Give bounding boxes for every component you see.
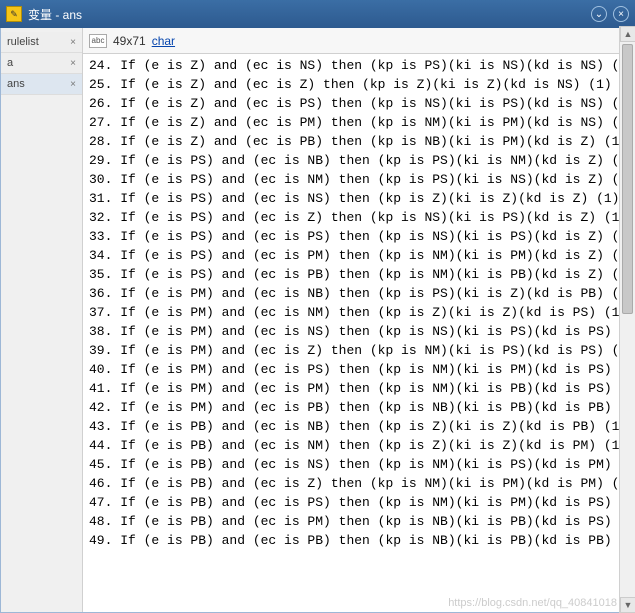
text-line: 29. If (e is PS) and (ec is NB) then (kp… xyxy=(89,151,628,170)
text-line: 46. If (e is PB) and (ec is Z) then (kp … xyxy=(89,474,628,493)
app-icon: ✎ xyxy=(6,6,22,22)
text-line: 26. If (e is Z) and (ec is PS) then (kp … xyxy=(89,94,628,113)
text-line: 47. If (e is PB) and (ec is PS) then (kp… xyxy=(89,493,628,512)
sidebar-tab-a[interactable]: a× xyxy=(1,53,82,74)
text-line: 38. If (e is PM) and (ec is NS) then (kp… xyxy=(89,322,628,341)
sidebar-tab-label: ans xyxy=(7,78,25,90)
sidebar-tab-rulelist[interactable]: rulelist × xyxy=(1,32,82,53)
text-line: 28. If (e is Z) and (ec is PB) then (kp … xyxy=(89,132,628,151)
triangle-down-icon: ▼ xyxy=(624,600,633,610)
text-line: 34. If (e is PS) and (ec is PM) then (kp… xyxy=(89,246,628,265)
text-line: 49. If (e is PB) and (ec is PB) then (kp… xyxy=(89,531,628,550)
close-icon[interactable]: × xyxy=(70,58,76,69)
dropdown-button[interactable]: ⌄ xyxy=(591,6,607,22)
text-line: 48. If (e is PB) and (ec is PM) then (kp… xyxy=(89,512,628,531)
text-line: 45. If (e is PB) and (ec is NS) then (kp… xyxy=(89,455,628,474)
text-line: 36. If (e is PM) and (ec is NB) then (kp… xyxy=(89,284,628,303)
text-line: 24. If (e is Z) and (ec is NS) then (kp … xyxy=(89,56,628,75)
window-controls: ⌄ × xyxy=(591,6,629,22)
close-icon[interactable]: × xyxy=(70,79,76,90)
text-line: 31. If (e is PS) and (ec is NS) then (kp… xyxy=(89,189,628,208)
text-line: 35. If (e is PS) and (ec is PB) then (kp… xyxy=(89,265,628,284)
text-line: 43. If (e is PB) and (ec is NB) then (kp… xyxy=(89,417,628,436)
triangle-up-icon: ▲ xyxy=(624,29,633,39)
close-icon: × xyxy=(618,9,624,20)
text-line: 25. If (e is Z) and (ec is Z) then (kp i… xyxy=(89,75,628,94)
text-line: 39. If (e is PM) and (ec is Z) then (kp … xyxy=(89,341,628,360)
scroll-down-arrow[interactable]: ▼ xyxy=(620,597,634,612)
titlebar: ✎ 变量 - ans ⌄ × xyxy=(0,0,635,28)
variable-tabs-sidebar: rulelist×a×ans× xyxy=(1,28,83,612)
char-type-icon: abc xyxy=(89,34,107,48)
main-container: rulelist×a×ans× abc 49x71 char 24. If (e… xyxy=(0,28,635,613)
window-title: 变量 - ans xyxy=(28,6,591,23)
text-line: 41. If (e is PM) and (ec is PM) then (kp… xyxy=(89,379,628,398)
scroll-thumb[interactable] xyxy=(622,44,633,314)
close-icon[interactable]: × xyxy=(70,37,76,48)
content-area: 24. If (e is Z) and (ec is NS) then (kp … xyxy=(83,54,634,612)
main-panel: abc 49x71 char 24. If (e is Z) and (ec i… xyxy=(83,28,634,612)
sidebar-tab-ans[interactable]: ans × xyxy=(1,74,82,95)
info-bar: abc 49x71 char xyxy=(83,28,634,54)
text-line: 27. If (e is Z) and (ec is PM) then (kp … xyxy=(89,113,628,132)
text-line: 42. If (e is PM) and (ec is PB) then (kp… xyxy=(89,398,628,417)
close-button[interactable]: × xyxy=(613,6,629,22)
dimensions-label: 49x71 xyxy=(113,34,146,48)
scroll-up-arrow[interactable]: ▲ xyxy=(620,28,634,42)
text-line: 30. If (e is PS) and (ec is NM) then (kp… xyxy=(89,170,628,189)
vertical-scrollbar[interactable]: ▲ ▼ xyxy=(619,28,634,612)
text-line: 33. If (e is PS) and (ec is PS) then (kp… xyxy=(89,227,628,246)
text-line: 40. If (e is PM) and (ec is PS) then (kp… xyxy=(89,360,628,379)
sidebar-tab-label: rulelist xyxy=(7,36,39,48)
sidebar-tab-label: a xyxy=(7,57,13,69)
chevron-down-icon: ⌄ xyxy=(595,9,603,20)
text-line: 32. If (e is PS) and (ec is Z) then (kp … xyxy=(89,208,628,227)
text-line: 44. If (e is PB) and (ec is NM) then (kp… xyxy=(89,436,628,455)
text-line: 37. If (e is PM) and (ec is NM) then (kp… xyxy=(89,303,628,322)
type-link[interactable]: char xyxy=(152,34,175,48)
